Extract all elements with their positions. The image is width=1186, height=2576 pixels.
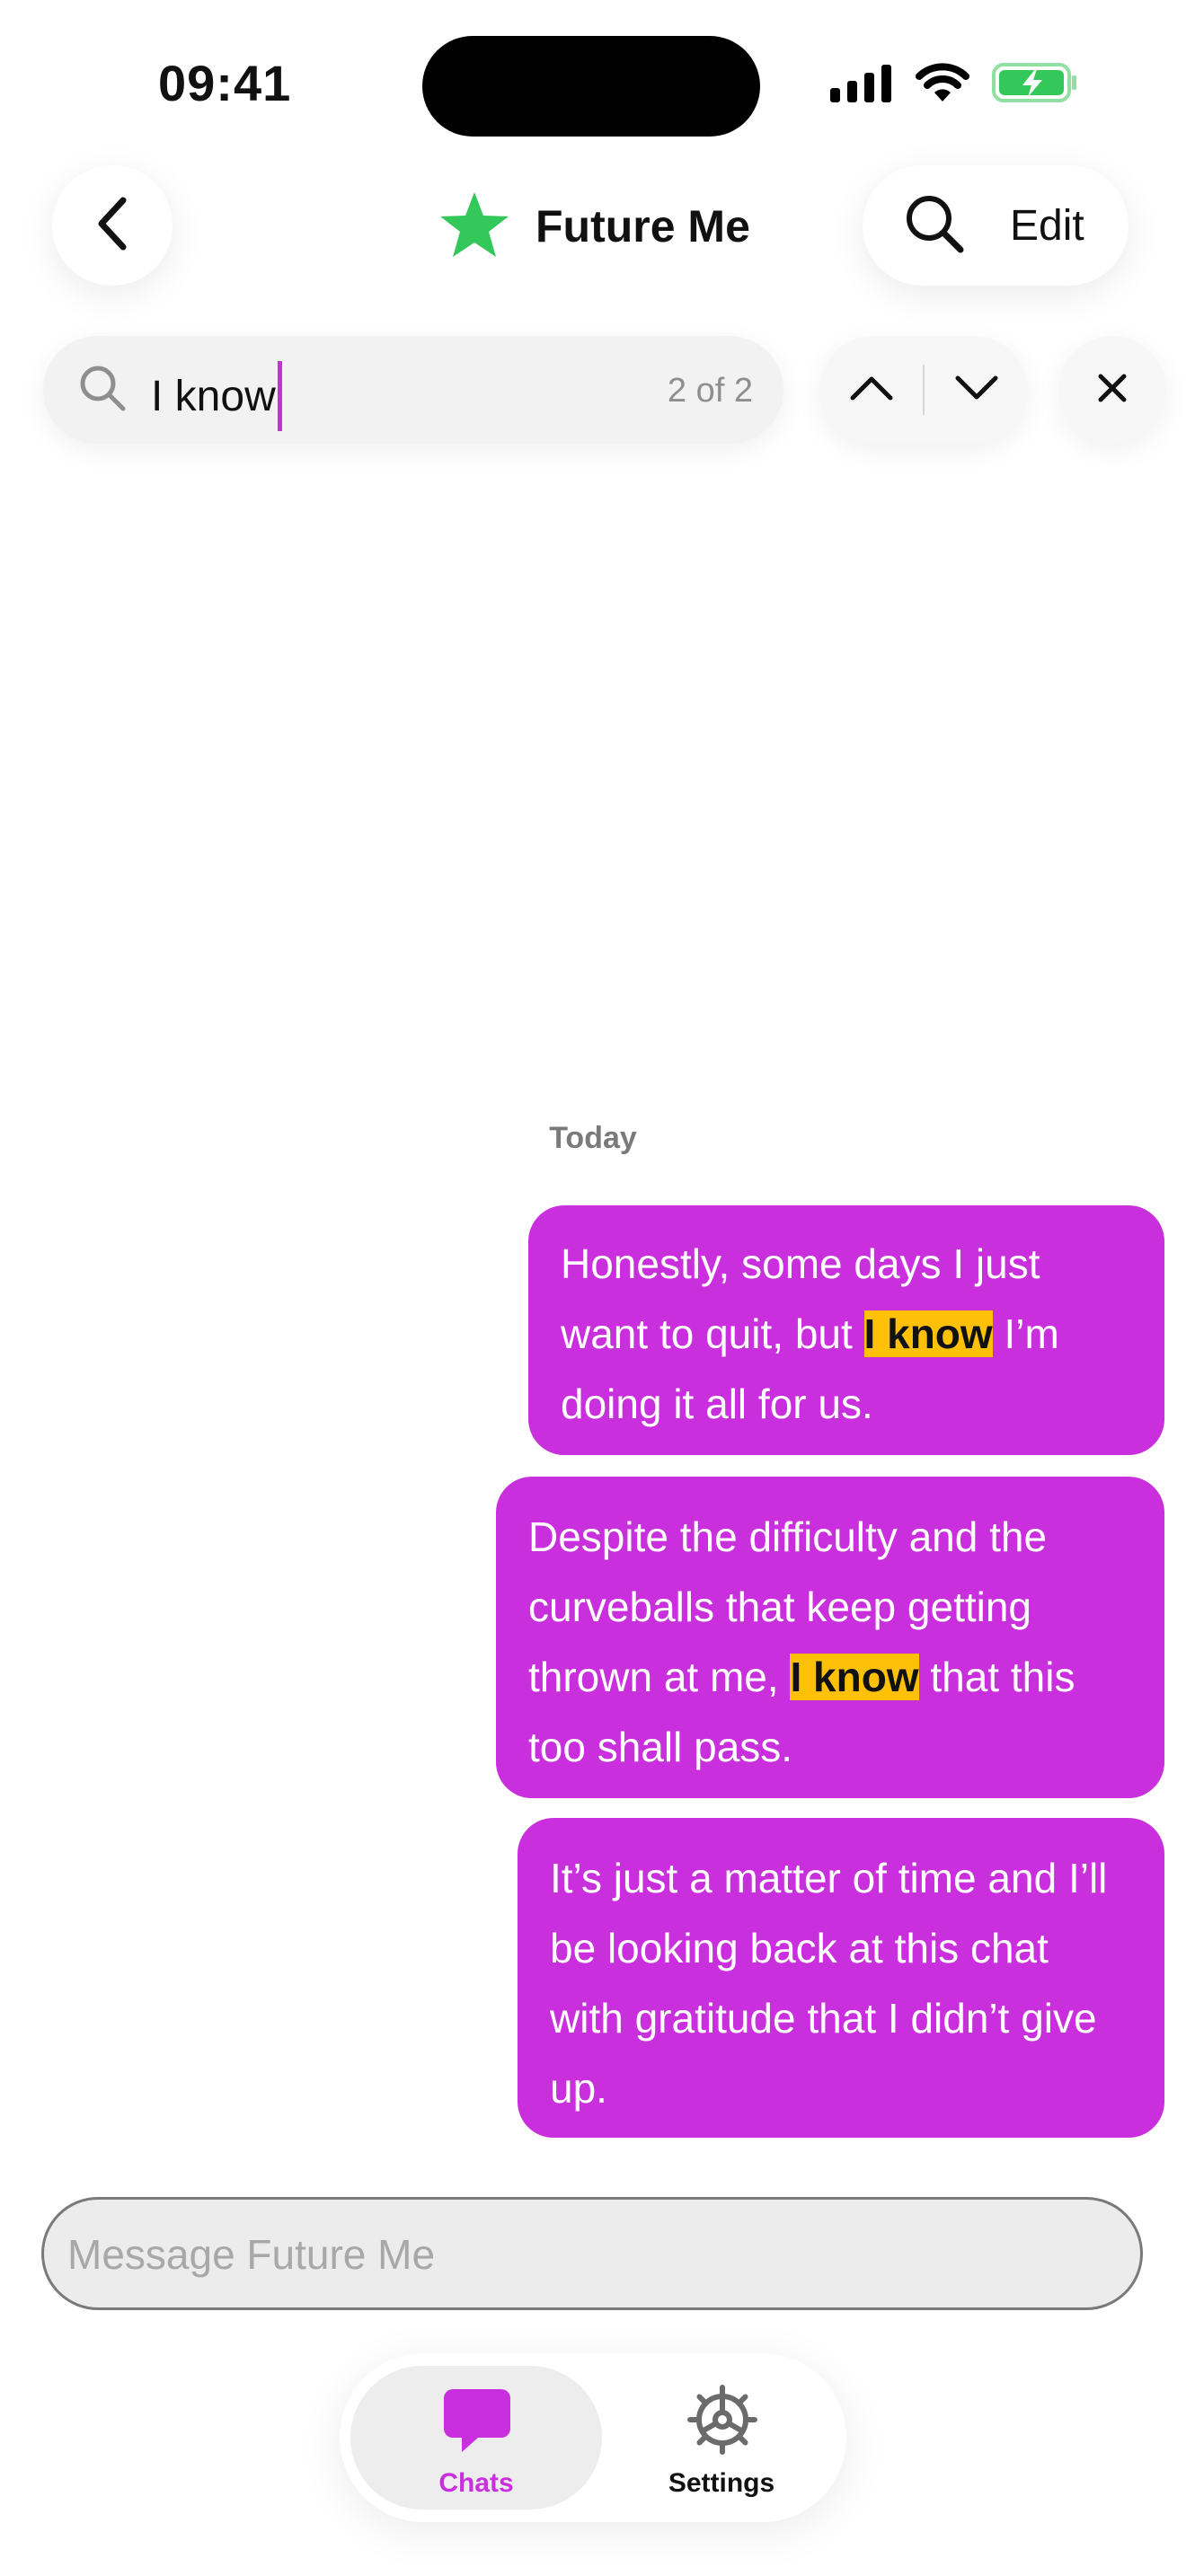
search-icon [903,192,966,260]
status-time: 09:41 [158,55,292,111]
text-caret [277,361,282,431]
battery-charging-icon [992,62,1078,103]
header-actions: Edit [863,165,1128,286]
status-icons [830,56,1078,110]
message-bubble[interactable]: Despite the difficulty and the curveball… [496,1477,1164,1798]
tab-settings-label: Settings [668,2468,775,2498]
search-query: I know [151,361,282,431]
search-query-text: I know [151,372,276,420]
date-separator: Today [549,1121,637,1155]
chevron-down-icon [954,375,999,406]
message-bubble[interactable]: Honestly, some days I just want to quit,… [528,1205,1164,1455]
search-icon [77,363,128,418]
tab-chats[interactable]: Chats [350,2366,602,2510]
search-input[interactable]: I know 2 of 2 [43,336,783,444]
search-navigation [819,336,1028,444]
back-button[interactable] [52,165,173,286]
cellular-signal-icon [830,63,893,102]
chat-title[interactable]: Future Me [438,189,750,264]
wifi-icon [915,62,970,103]
tab-bar: Chats Settings [340,2353,846,2522]
message-input[interactable]: Message Future Me [41,2197,1143,2310]
dynamic-island [422,36,760,137]
search-button[interactable] [881,165,988,286]
previous-match-button[interactable] [819,336,923,444]
message-bubble[interactable]: It’s just a matter of time and I’ll be l… [518,1818,1164,2138]
next-match-button[interactable] [925,336,1028,444]
tab-chats-label: Chats [438,2468,514,2498]
star-icon [438,190,510,263]
close-search-button[interactable] [1058,336,1166,444]
chevron-left-icon [94,195,130,257]
chat-bubble-icon [442,2387,512,2460]
gear-icon [686,2384,758,2460]
search-highlight: I know [790,1654,919,1700]
chevron-up-icon [849,375,894,406]
search-match-count: 2 of 2 [667,372,753,410]
message-input-placeholder: Message Future Me [67,2231,436,2278]
edit-button[interactable]: Edit [1010,201,1084,251]
message-text: It’s just a matter of time and I’ll be l… [550,1855,1108,2112]
close-icon [1097,373,1128,408]
chat-title-label: Future Me [535,201,750,251]
tab-settings[interactable]: Settings [609,2366,834,2510]
search-highlight: I know [863,1310,993,1357]
